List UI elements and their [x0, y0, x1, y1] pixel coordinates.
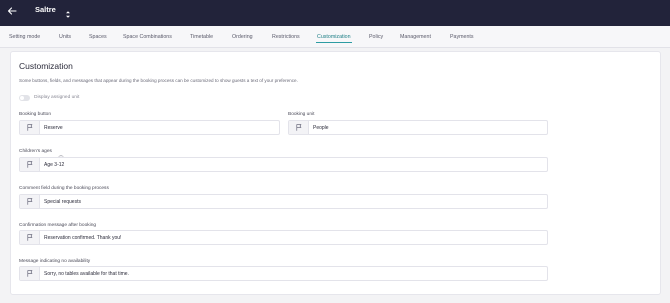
confirmation-message-flag[interactable]: [20, 231, 40, 244]
comment-field: [19, 194, 548, 209]
tab-spaces[interactable]: Spaces: [89, 34, 107, 41]
tab-setting-mode[interactable]: Setting mode: [9, 34, 40, 41]
comment-field-label: Comment field during the booking process: [19, 186, 109, 191]
settings-tab-bar: Setting mode Units Spaces Space Combinat…: [0, 26, 670, 48]
booking-button-flag[interactable]: [20, 121, 40, 134]
display-assigned-unit-toggle[interactable]: [19, 95, 30, 101]
no-availability-field: [19, 266, 548, 281]
display-assigned-unit-label[interactable]: Display assigned unit: [34, 94, 79, 101]
venue-switcher[interactable]: [65, 6, 71, 18]
confirmation-message-label: Confirmation message after booking: [19, 223, 97, 228]
no-availability-flag[interactable]: [20, 267, 40, 280]
active-tab-indicator: [316, 42, 352, 43]
toggle-knob: [20, 96, 24, 100]
childrens-ages-label: Children's ages: [19, 149, 52, 154]
booking-button-input[interactable]: [44, 121, 274, 134]
confirmation-message-field: [19, 230, 548, 245]
tab-payments[interactable]: Payments: [450, 34, 474, 41]
tab-units[interactable]: Units: [59, 34, 71, 41]
booking-button-label: Booking button: [19, 112, 52, 117]
customization-card: Customization Some buttons, fields, and …: [10, 51, 661, 295]
flag-icon: [27, 270, 33, 277]
venue-name[interactable]: Saltre: [35, 5, 56, 15]
comment-field-input[interactable]: [44, 195, 544, 208]
childrens-ages-field: [19, 157, 548, 172]
tab-management[interactable]: Management: [400, 34, 431, 41]
booking-unit-label: Booking unit: [288, 112, 315, 117]
tab-policy[interactable]: Policy: [369, 34, 383, 41]
page-title: Customization: [19, 61, 73, 71]
info-icon[interactable]: [58, 148, 64, 161]
flag-icon: [27, 161, 33, 168]
childrens-ages-flag[interactable]: [20, 158, 40, 171]
flag-icon: [27, 124, 33, 131]
tab-timetable[interactable]: Timetable: [190, 34, 213, 41]
back-button[interactable]: [6, 5, 18, 17]
tab-space-combinations[interactable]: Space Combinations: [123, 34, 172, 41]
booking-unit-flag[interactable]: [289, 121, 309, 134]
arrow-left-icon: [7, 7, 17, 15]
top-header: Saltre: [0, 0, 670, 26]
no-availability-input[interactable]: [44, 267, 544, 280]
no-availability-label: Message indicating no availability: [19, 259, 91, 264]
tab-ordering[interactable]: Ordering: [232, 34, 253, 41]
flag-icon: [27, 234, 33, 241]
booking-button-field: [19, 120, 280, 135]
page-description: Some buttons, fields, and messages that …: [19, 78, 298, 83]
flag-icon: [296, 124, 302, 131]
chevron-up-down-icon: [66, 11, 70, 18]
flag-icon: [27, 198, 33, 205]
booking-unit-input[interactable]: [313, 121, 543, 134]
comment-field-flag[interactable]: [20, 195, 40, 208]
tab-restrictions[interactable]: Restrictions: [272, 34, 300, 41]
tab-customization[interactable]: Customization: [317, 34, 351, 41]
confirmation-message-input[interactable]: [44, 231, 544, 244]
booking-unit-field: [288, 120, 548, 135]
childrens-ages-input[interactable]: [44, 158, 544, 171]
